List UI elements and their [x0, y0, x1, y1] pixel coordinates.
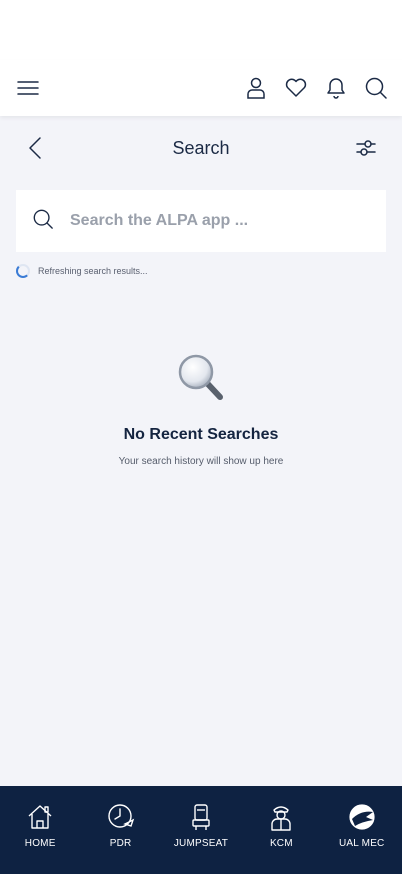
nav-label-jumpseat: JUMPSEAT	[173, 838, 229, 849]
nav-label-ual-mec: UAL MEC	[339, 838, 385, 849]
refresh-status-text: Refreshing search results...	[38, 266, 148, 276]
clock-plane-icon	[107, 804, 134, 828]
nav-label-home: HOME	[24, 838, 56, 849]
ual-logo-icon	[348, 803, 376, 831]
refresh-status: Refreshing search results...	[16, 264, 402, 278]
search-input[interactable]	[70, 212, 370, 230]
search-box	[16, 190, 386, 252]
top-app-bar	[0, 60, 402, 116]
nav-label-pdr: PDR	[109, 838, 132, 849]
home-icon	[28, 805, 52, 829]
top-actions	[244, 76, 388, 100]
sliders-icon[interactable]	[354, 136, 378, 160]
search-icon[interactable]	[364, 76, 388, 100]
search-field-icon	[32, 208, 54, 235]
magnifier-icon	[176, 352, 226, 402]
nav-item-kcm[interactable]: KCM	[246, 802, 316, 849]
empty-state-subtitle: Your search history will show up here	[118, 456, 284, 467]
status-bar-area	[0, 0, 402, 60]
nav-label-kcm: KCM	[269, 838, 293, 849]
nav-item-jumpseat[interactable]: JUMPSEAT	[166, 802, 236, 849]
empty-state-title: No Recent Searches	[123, 426, 279, 443]
chevron-left-icon[interactable]	[24, 136, 48, 160]
nav-item-pdr[interactable]: PDR	[86, 802, 156, 849]
seat-icon	[192, 804, 210, 830]
loading-spinner-icon	[16, 264, 30, 278]
page-title: Search	[172, 137, 230, 158]
bottom-navigation: HOME PDR JUMPSEAT KCM UAL MEC	[0, 786, 402, 874]
nav-item-home[interactable]: HOME	[5, 802, 75, 849]
menu-icon[interactable]	[16, 76, 40, 100]
page-header: Search	[0, 116, 402, 180]
bell-icon[interactable]	[324, 76, 348, 100]
pilot-icon	[271, 806, 292, 831]
user-icon[interactable]	[244, 76, 268, 100]
heart-icon[interactable]	[284, 76, 308, 100]
empty-state: No Recent Searches Your search history w…	[0, 352, 402, 467]
nav-item-ual-mec[interactable]: UAL MEC	[327, 802, 397, 849]
